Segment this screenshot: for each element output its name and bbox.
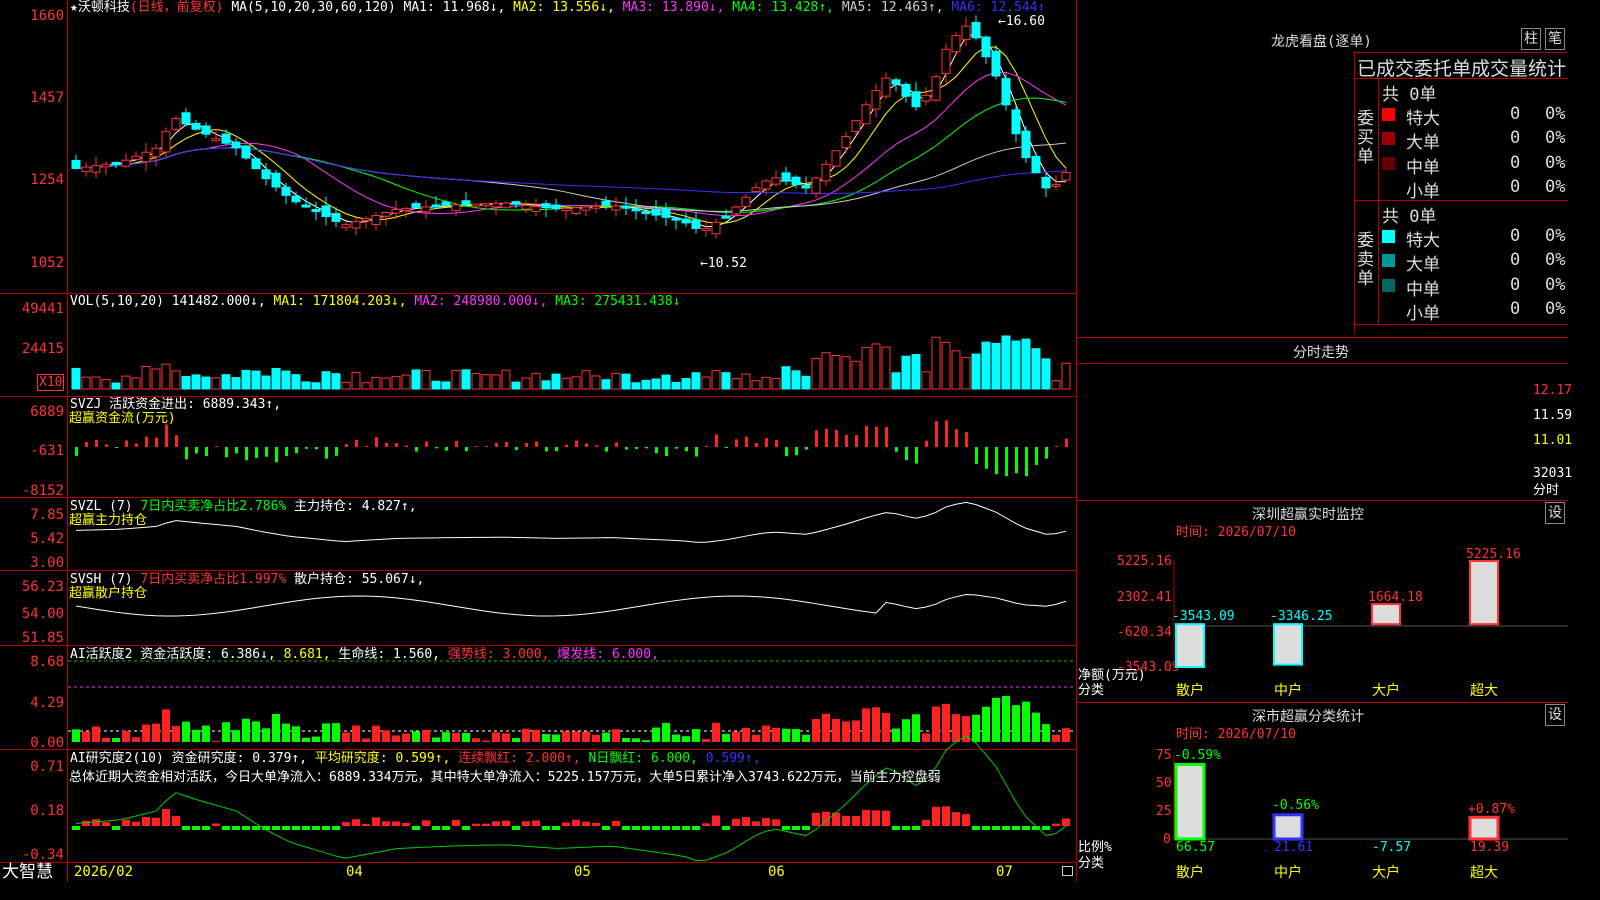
- sz-bar-label: 5225.16: [1466, 547, 1521, 562]
- sz-bar: [1175, 623, 1205, 669]
- sz-bar-label: 1664.18: [1368, 590, 1423, 605]
- szc-bar: [1174, 762, 1206, 841]
- sz-bar-label: -3543.09: [1172, 609, 1235, 624]
- sz-bar: [1273, 623, 1303, 666]
- sz-bar-label: -3346.25: [1270, 609, 1333, 624]
- szc-bar: [1468, 815, 1500, 841]
- side-charts: -3543.09 -3346.25 1664.18 5225.16: [1172, 547, 1568, 841]
- szc-bar: [1272, 813, 1304, 841]
- sz-bar: [1371, 603, 1401, 626]
- sz-bar: [1469, 560, 1499, 626]
